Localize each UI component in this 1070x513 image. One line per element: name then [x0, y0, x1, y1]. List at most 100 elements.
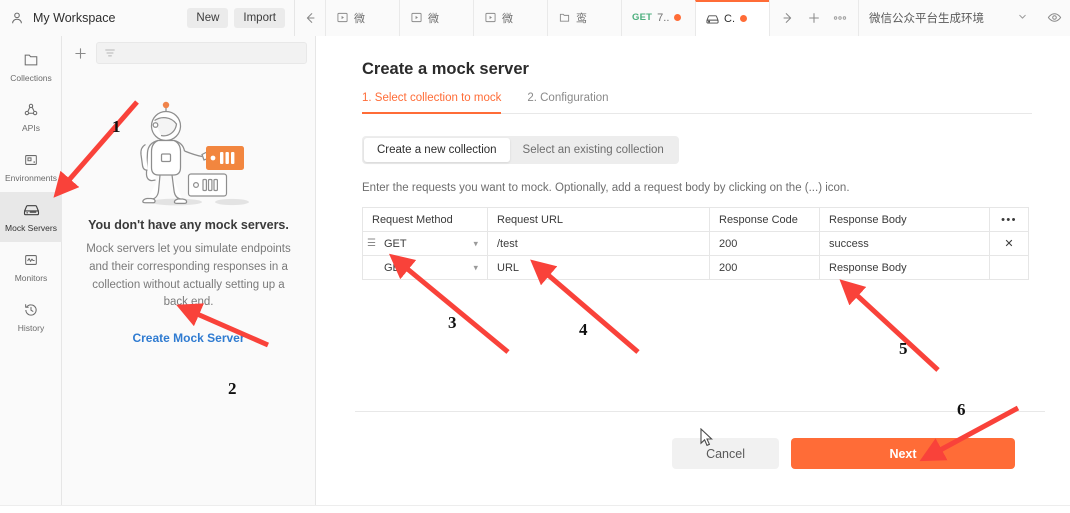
table-header-row: Request Method Request URL Response Code… — [362, 207, 1029, 232]
empty-state-title: You don't have any mock servers. — [88, 218, 289, 232]
url-input-row1[interactable]: /test — [487, 231, 710, 256]
new-tab-plus-icon[interactable] — [802, 5, 826, 31]
history-icon — [22, 301, 40, 319]
environment-name: 微信公众平台生成环境 — [869, 12, 984, 25]
delete-row-icon-row2[interactable] — [989, 255, 1029, 280]
tab-item-active[interactable]: C. — [695, 0, 769, 36]
next-button[interactable]: Next — [791, 438, 1015, 469]
tab-more-ellipsis-icon[interactable] — [828, 5, 852, 31]
url-input-row2[interactable]: URL — [487, 255, 710, 280]
sidebar-item-history[interactable]: History — [0, 292, 62, 342]
sidebar-label: Environments — [5, 173, 57, 183]
mock-server-icon — [706, 12, 719, 25]
tab-actions — [769, 0, 858, 36]
column-header-response-body: Response Body — [819, 207, 990, 232]
mock-server-icon — [22, 201, 40, 219]
forward-icon[interactable] — [776, 5, 800, 31]
import-button[interactable]: Import — [234, 7, 285, 28]
filter-icon — [104, 47, 116, 59]
apis-icon — [22, 101, 40, 119]
workspace-name: My Workspace — [33, 10, 116, 25]
collection-mode-segmented-control: Create a new collection Select an existi… — [362, 136, 679, 164]
drag-handle-icon[interactable]: ☰ — [367, 238, 376, 249]
tab-method: GET — [632, 12, 653, 23]
top-bar: My Workspace New Import 微 微 微 鸾 GET 7.. … — [0, 0, 1070, 36]
column-header-request-method: Request Method — [362, 207, 488, 232]
select-existing-collection-button[interactable]: Select an existing collection — [510, 138, 677, 162]
environments-icon — [22, 151, 40, 169]
unsaved-dot — [740, 15, 747, 22]
response-body-input-row1[interactable]: success — [819, 231, 990, 256]
table-row: ☰ GET ▾ /test 200 success ✕ — [362, 231, 1029, 256]
empty-state-description: Mock servers let you simulate endpoints … — [86, 243, 291, 309]
tab-label: 鸾 — [576, 12, 587, 25]
response-code-input-row1[interactable]: 200 — [709, 231, 820, 256]
monitors-icon — [22, 251, 40, 269]
create-new-collection-button[interactable]: Create a new collection — [364, 138, 510, 162]
runner-icon — [484, 11, 497, 24]
postman-window: My Workspace New Import 微 微 微 鸾 GET 7.. … — [0, 0, 1070, 513]
tab-label: 微 — [502, 12, 513, 25]
chevron-down-icon: ▾ — [473, 262, 478, 272]
delete-row-icon[interactable]: ✕ — [989, 231, 1029, 256]
new-button[interactable]: New — [187, 7, 229, 28]
tab-item[interactable]: 微 — [325, 0, 399, 36]
pane-header — [62, 36, 315, 70]
runner-icon — [410, 11, 423, 24]
method-select-row2[interactable]: GET ▾ — [362, 255, 488, 280]
tab-scroll-back-icon[interactable] — [295, 0, 325, 36]
environment-quick-look-eye-icon[interactable] — [1038, 0, 1070, 36]
sidebar-label: Collections — [10, 73, 52, 83]
sidebar-label: Mock Servers — [5, 223, 57, 233]
sidebar-item-monitors[interactable]: Monitors — [0, 242, 62, 292]
chevron-down-icon — [1017, 11, 1028, 25]
sidebar-label: APIs — [22, 123, 40, 133]
column-header-response-code: Response Code — [709, 207, 820, 232]
wizard-steps: 1. Select collection to mock 2. Configur… — [362, 92, 1032, 114]
column-options-ellipsis-icon[interactable]: ••• — [989, 207, 1029, 232]
tab-item[interactable]: 微 — [473, 0, 547, 36]
unsaved-dot — [674, 14, 682, 21]
response-code-input-row2[interactable]: 200 — [709, 255, 820, 280]
mock-servers-empty-state: You don't have any mock servers. Mock se… — [62, 70, 315, 345]
environment-selector[interactable]: 微信公众平台生成环境 — [858, 0, 1038, 36]
instruction-text: Enter the requests you want to mock. Opt… — [362, 182, 850, 194]
method-select-row1[interactable]: ☰ GET ▾ — [362, 231, 488, 256]
main-content: Create a mock server 1. Select collectio… — [317, 36, 1070, 513]
workspace-section: My Workspace New Import — [0, 0, 295, 36]
method-value: GET — [384, 237, 407, 250]
sidebar-item-mock-servers[interactable]: Mock Servers — [0, 192, 62, 242]
user-icon — [9, 10, 25, 26]
tab-item[interactable]: 微 — [399, 0, 473, 36]
left-rail: Collections APIs Environments Mock Serve… — [0, 36, 62, 513]
cancel-button[interactable]: Cancel — [672, 438, 779, 469]
tab-configuration[interactable]: 2. Configuration — [527, 92, 608, 113]
tab-label: 7.. — [657, 11, 670, 24]
tab-label: C. — [724, 12, 735, 25]
astronaut-with-servers-illustration — [74, 94, 303, 212]
mock-requests-table: Request Method Request URL Response Code… — [362, 207, 1029, 280]
response-body-input-row2[interactable]: Response Body — [819, 255, 990, 280]
footer-divider — [355, 411, 1045, 412]
page-title: Create a mock server — [362, 60, 529, 78]
create-mock-server-link[interactable]: Create Mock Server — [74, 331, 303, 345]
tab-label: 微 — [428, 12, 439, 25]
sidebar-label: Monitors — [14, 273, 48, 283]
chevron-down-icon: ▾ — [473, 238, 478, 248]
sidebar-label: History — [17, 323, 45, 333]
method-value: GET — [384, 261, 407, 274]
wizard-footer: Cancel Next — [362, 438, 1032, 469]
tab-select-collection[interactable]: 1. Select collection to mock — [362, 92, 502, 114]
tab-label: 微 — [354, 12, 365, 25]
collection-icon — [558, 11, 571, 24]
tab-item[interactable]: 鸾 — [547, 0, 621, 36]
sidebar-item-apis[interactable]: APIs — [0, 92, 62, 142]
sidebar-item-environments[interactable]: Environments — [0, 142, 62, 192]
table-row: GET ▾ URL 200 Response Body — [362, 255, 1029, 280]
plus-icon[interactable] — [70, 43, 90, 63]
status-strip — [0, 505, 1070, 513]
sidebar-item-collections[interactable]: Collections — [0, 42, 62, 92]
runner-icon — [336, 11, 349, 24]
filter-input[interactable] — [96, 42, 307, 64]
tab-item[interactable]: GET 7.. — [621, 0, 695, 36]
